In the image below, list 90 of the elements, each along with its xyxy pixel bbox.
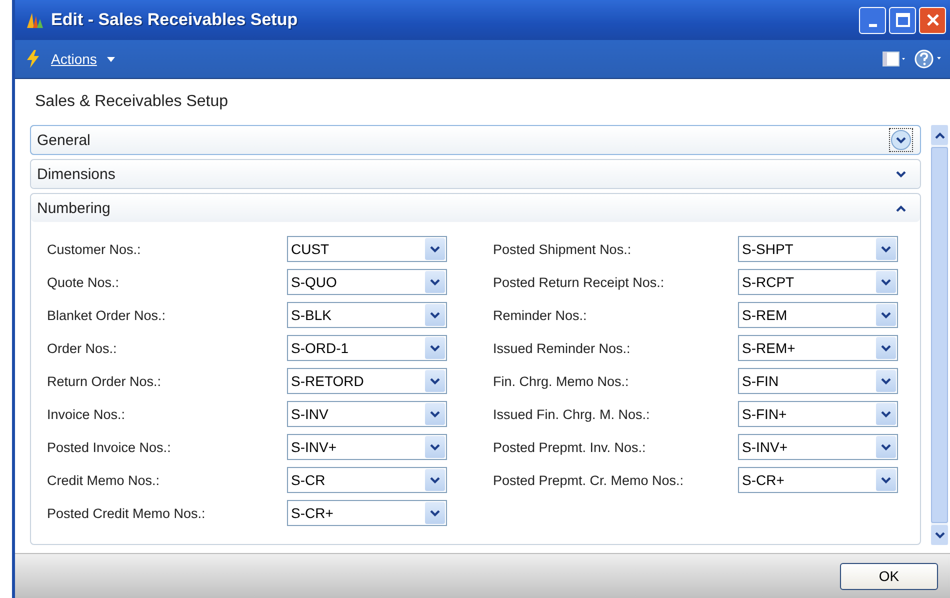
field-label: Fin. Chrg. Memo Nos.: [493, 374, 630, 388]
dropdown-button[interactable] [425, 238, 445, 260]
field-label: Posted Shipment Nos.: [493, 242, 632, 256]
page-title: Sales & Receivables Setup [34, 92, 229, 112]
dropdown-button[interactable] [876, 271, 896, 293]
chevron-down-icon [881, 344, 891, 352]
dropdown-field[interactable]: S-RETORD [287, 368, 447, 394]
close-button[interactable] [919, 6, 946, 34]
help-icon[interactable] [914, 49, 944, 69]
chevron-down-icon [896, 170, 906, 178]
dropdown-field[interactable]: S-CR+ [738, 467, 898, 493]
dropdown-field[interactable]: S-INV [287, 401, 447, 427]
dropdown-field[interactable]: S-INV+ [287, 434, 447, 460]
dropdown-button[interactable] [876, 436, 896, 458]
chevron-down-icon [881, 476, 891, 484]
field-label: Invoice Nos.: [47, 406, 126, 422]
chevron-down-icon [430, 312, 440, 318]
maximize-button[interactable] [889, 6, 916, 34]
dropdown-field[interactable]: S-REM+ [738, 335, 898, 361]
chevron-down-icon [430, 510, 440, 516]
chevron-down-icon [430, 410, 440, 418]
dropdown-button[interactable] [425, 370, 445, 392]
window-title: Edit - Sales Receivables Setup [51, 10, 299, 30]
dropdown-field[interactable]: S-SHPT [738, 236, 898, 262]
field-label: Quote Nos.: [47, 274, 120, 290]
chevron-down-icon [430, 378, 440, 384]
chevron-down-icon [430, 344, 440, 352]
dropdown-button[interactable] [425, 403, 445, 425]
chevron-down-icon [881, 410, 891, 418]
dropdown-button[interactable] [876, 238, 896, 260]
dropdown-button[interactable] [876, 370, 896, 392]
section-header[interactable]: Dimensions [31, 160, 920, 188]
dropdown-field[interactable]: S-QUO [287, 269, 447, 295]
ok-button[interactable]: OK [840, 562, 938, 590]
field-label: Reminder Nos.: [493, 308, 588, 322]
dropdown-field[interactable]: S-RCPT [738, 269, 898, 295]
dropdown-field[interactable]: S-CR [287, 467, 447, 493]
chevron-down-icon [430, 476, 440, 484]
field-label: Posted Credit Memo Nos.: [47, 506, 206, 520]
field-label: Posted Prepmt. Cr. Memo Nos.: [493, 472, 685, 488]
dropdown-field[interactable]: CUST [287, 236, 447, 262]
chevron-down-icon [430, 246, 440, 252]
dropdown-button[interactable] [425, 337, 445, 359]
dropdown-button[interactable] [876, 337, 896, 359]
maximize-icon [896, 13, 910, 27]
chevron-down-icon [881, 312, 891, 318]
field-label: Blanket Order Nos.: [47, 308, 167, 322]
chevron-down-icon [934, 532, 944, 538]
minimize-icon [868, 24, 876, 26]
field-label: Issued Fin. Chrg. M. Nos.: [493, 406, 651, 422]
field-label: Credit Memo Nos.: [47, 472, 161, 488]
field-label: Customer Nos.: [47, 242, 142, 256]
field-label: Posted Return Receipt Nos.: [493, 274, 666, 290]
section-header[interactable]: Numbering [31, 194, 920, 222]
chevron-down-icon [430, 444, 440, 450]
chevron-down-icon [430, 278, 440, 286]
dropdown-field[interactable]: S-INV+ [738, 434, 898, 460]
dropdown-field[interactable]: S-BLK [287, 302, 447, 328]
dropdown-field[interactable]: S-ORD-1 [287, 335, 447, 361]
dropdown-field[interactable]: S-FIN+ [738, 401, 898, 427]
field-label: Posted Invoice Nos.: [47, 440, 172, 454]
chevron-down-icon [881, 278, 891, 286]
close-icon [926, 13, 940, 27]
chevron-down-icon [896, 136, 906, 144]
dropdown-button[interactable] [876, 403, 896, 425]
dropdown-field[interactable]: S-REM [738, 302, 898, 328]
dropdown-button[interactable] [425, 469, 445, 491]
field-label: Issued Reminder Nos.: [493, 340, 632, 356]
chevron-down-icon [881, 378, 891, 384]
chevron-up-icon [896, 204, 906, 212]
dropdown-button[interactable] [425, 502, 445, 524]
field-label: Return Order Nos.: [47, 374, 162, 388]
caret-icon[interactable] [106, 56, 115, 62]
dropdown-button[interactable] [425, 436, 445, 458]
chevron-down-icon [881, 444, 891, 450]
chevron-up-icon [934, 132, 944, 138]
dropdown-button[interactable] [876, 469, 896, 491]
field-label: Posted Prepmt. Inv. Nos.: [493, 440, 647, 454]
field-label: Order Nos.: [47, 340, 118, 356]
actions-menu[interactable]: Actions [45, 50, 103, 68]
chevron-down-icon [881, 246, 891, 252]
layout-icon[interactable] [882, 51, 908, 67]
minimize-button[interactable] [859, 6, 886, 34]
dropdown-field[interactable]: S-FIN [738, 368, 898, 394]
section-header[interactable]: General [30, 125, 921, 155]
lightning-icon [25, 49, 41, 69]
dropdown-button[interactable] [425, 271, 445, 293]
dropdown-button[interactable] [876, 304, 896, 326]
dropdown-field[interactable]: S-CR+ [287, 500, 447, 526]
dropdown-button[interactable] [425, 304, 445, 326]
